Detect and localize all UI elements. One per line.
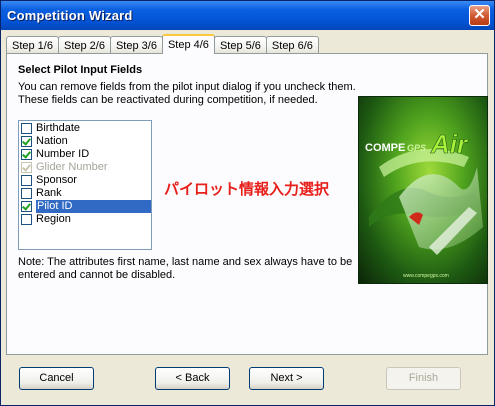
field-item-birthdate[interactable]: Birthdate xyxy=(19,122,151,135)
next-button[interactable]: Next > xyxy=(249,367,324,390)
back-button[interactable]: < Back xyxy=(155,367,230,390)
step-tabs: Step 1/6 Step 2/6 Step 3/6 Step 4/6 Step… xyxy=(6,34,319,54)
section-heading: Select Pilot Input Fields xyxy=(18,64,143,76)
close-button[interactable]: ✕ xyxy=(469,5,490,26)
logo-artwork: COMPE GPS Air www.compegps.com xyxy=(365,129,483,279)
pilot-fields-listbox[interactable]: Birthdate Nation Number ID Glider Number… xyxy=(18,120,152,250)
description: You can remove fields from the pilot inp… xyxy=(18,81,356,107)
compegps-air-logo: COMPE GPS Air www.compegps.com xyxy=(358,96,488,284)
field-label: Sponsor xyxy=(36,174,77,186)
field-item-pilot-id[interactable]: Pilot ID xyxy=(19,200,151,213)
field-label: Rank xyxy=(36,187,62,199)
field-item-sponsor[interactable]: Sponsor xyxy=(19,174,151,187)
checkbox[interactable] xyxy=(21,149,32,160)
window-title: Competition Wizard xyxy=(7,8,133,23)
logo-text-gps: GPS xyxy=(407,143,426,153)
checkbox[interactable] xyxy=(21,175,32,186)
description-line-1: You can remove fields from the pilot inp… xyxy=(18,81,356,93)
logo-url: www.compegps.com xyxy=(403,273,449,279)
button-row: Cancel < Back Next > Finish xyxy=(1,367,494,397)
checkbox[interactable] xyxy=(21,201,32,212)
tab-step-4[interactable]: Step 4/6 xyxy=(161,34,215,54)
tab-step-2[interactable]: Step 2/6 xyxy=(57,36,111,54)
checkbox[interactable] xyxy=(21,214,32,225)
logo-text-air: Air xyxy=(430,129,469,159)
wizard-window: Competition Wizard ✕ Step 1/6 Step 2/6 S… xyxy=(0,0,495,406)
tab-step-3[interactable]: Step 3/6 xyxy=(109,36,163,54)
field-item-nation[interactable]: Nation xyxy=(19,135,151,148)
tab-step-1[interactable]: Step 1/6 xyxy=(6,36,59,54)
checkbox[interactable] xyxy=(21,123,32,134)
checkbox[interactable] xyxy=(21,188,32,199)
note-text: Note: The attributes first name, last na… xyxy=(18,256,352,282)
cancel-button[interactable]: Cancel xyxy=(19,367,94,390)
field-label: Number ID xyxy=(36,148,90,160)
logo-text-compe: COMPE xyxy=(365,142,405,154)
note-line-1: Note: The attributes first name, last na… xyxy=(18,256,353,268)
checkbox xyxy=(21,162,32,173)
field-item-rank[interactable]: Rank xyxy=(19,187,151,200)
field-label: Glider Number xyxy=(36,161,108,173)
tab-panel: Select Pilot Input Fields You can remove… xyxy=(6,53,488,355)
title-bar[interactable]: Competition Wizard ✕ xyxy=(1,1,494,30)
field-label: Pilot ID xyxy=(36,200,151,213)
tab-step-5[interactable]: Step 5/6 xyxy=(213,36,267,54)
field-item-region[interactable]: Region xyxy=(19,213,151,226)
field-label: Birthdate xyxy=(36,122,81,134)
checkbox[interactable] xyxy=(21,136,32,147)
field-label: Nation xyxy=(36,135,68,147)
close-icon: ✕ xyxy=(473,6,486,23)
field-item-number-id[interactable]: Number ID xyxy=(19,148,151,161)
tab-step-6[interactable]: Step 6/6 xyxy=(265,36,319,54)
description-line-2: These fields can be reactivated during c… xyxy=(18,94,318,106)
field-label: Region xyxy=(36,213,71,225)
japanese-annotation: パイロット情報入力選択 xyxy=(164,181,330,198)
note-line-2: entered and cannot be disabled. xyxy=(18,269,176,281)
field-item-glider-number: Glider Number xyxy=(19,161,151,174)
finish-button: Finish xyxy=(386,367,461,390)
